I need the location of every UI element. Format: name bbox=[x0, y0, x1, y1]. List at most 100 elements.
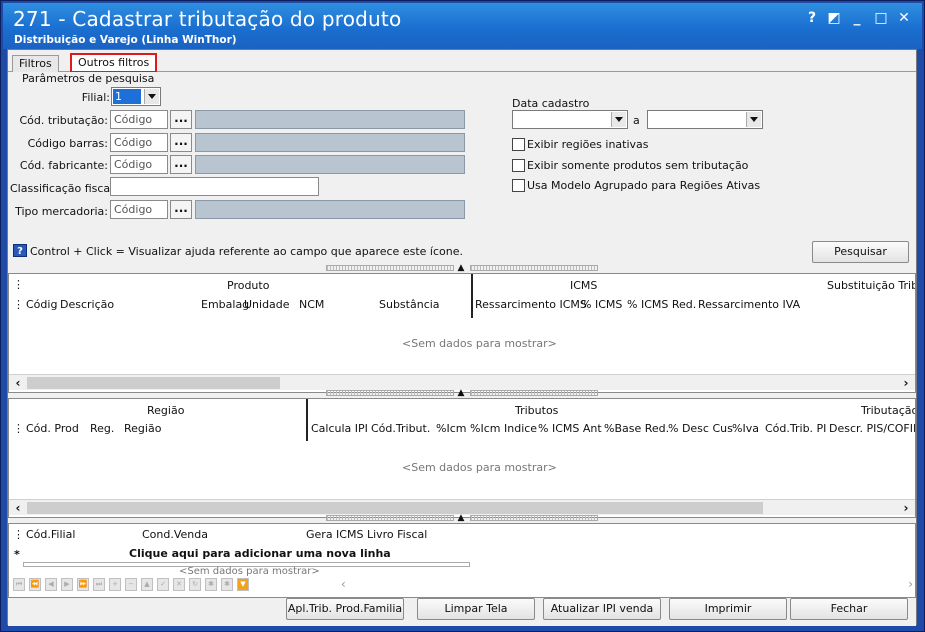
col-cod-filial[interactable]: Cód.Filial bbox=[26, 528, 75, 541]
cod-tributacao-search-button[interactable]: ... bbox=[170, 110, 192, 129]
col-cod-prod[interactable]: Cód. Prod bbox=[26, 422, 79, 435]
pesquisar-button[interactable]: Pesquisar bbox=[812, 241, 909, 263]
chk-sem-tributacao[interactable] bbox=[512, 159, 525, 172]
col-ressarcimento-icms[interactable]: Ressarcimento ICMS bbox=[475, 298, 587, 311]
band-regiao: Região bbox=[147, 404, 185, 417]
data-cadastro-fim[interactable] bbox=[647, 110, 763, 129]
col-cond-venda[interactable]: Cond.Venda bbox=[142, 528, 208, 541]
fechar-button[interactable]: Fechar bbox=[790, 598, 908, 620]
chevron-down-icon[interactable] bbox=[611, 112, 626, 127]
col-icm-1[interactable]: %Icm bbox=[436, 422, 466, 435]
cod-fabricante-search-button[interactable]: ... bbox=[170, 155, 192, 174]
col-calcula-ipi[interactable]: Calcula IPI? bbox=[311, 422, 368, 435]
col-reg[interactable]: Reg. bbox=[90, 422, 114, 435]
nav-post-icon[interactable]: ✓ bbox=[157, 578, 169, 591]
limpar-tela-button[interactable]: Limpar Tela bbox=[417, 598, 535, 620]
atualizar-ipi-button[interactable]: Atualizar IPI venda bbox=[543, 598, 661, 620]
col-cod-trib-pis[interactable]: Cód.Trib. PI bbox=[765, 422, 826, 435]
scroll-right-icon[interactable]: › bbox=[899, 375, 913, 391]
chevron-down-icon[interactable] bbox=[746, 112, 761, 127]
apl-trib-familia-button[interactable]: Apl.Trib. Prod.Familia bbox=[286, 598, 404, 620]
nav-goto-bookmark-icon[interactable]: ✱ bbox=[221, 578, 233, 591]
nav-edit-icon[interactable]: ▲ bbox=[141, 578, 153, 591]
col-pct-icms[interactable]: % ICMS bbox=[581, 298, 622, 311]
col-icm-2[interactable]: %Icm bbox=[470, 422, 500, 435]
col-desc-cus[interactable]: % Desc Cus bbox=[668, 422, 733, 435]
cod-tributacao-input[interactable]: Código bbox=[110, 110, 168, 129]
grid-menu-icon[interactable]: ⋮ bbox=[13, 278, 24, 291]
nav-cancel-icon[interactable]: ✕ bbox=[173, 578, 185, 591]
col-descr-pis-cofins[interactable]: Descr. PIS/COFIN bbox=[829, 422, 915, 435]
data-cadastro-inicio[interactable] bbox=[512, 110, 628, 129]
col-regiao[interactable]: Região bbox=[124, 422, 161, 435]
codigo-barras-search-button[interactable]: ... bbox=[170, 133, 192, 152]
col-embalagem[interactable]: Embalag bbox=[201, 298, 249, 311]
scroll-left-icon[interactable]: ‹ bbox=[11, 500, 25, 516]
scroll-right-icon[interactable]: › bbox=[899, 500, 913, 516]
nav-delete-icon[interactable]: − bbox=[125, 578, 137, 591]
cod-fabricante-description bbox=[195, 155, 465, 174]
title-bar[interactable]: 271 - Cadastrar tributação do produto Di… bbox=[3, 3, 922, 49]
minimize-icon[interactable]: _ bbox=[846, 8, 868, 28]
col-iva[interactable]: %Iva bbox=[732, 422, 759, 435]
tab-strip: Filtros Outros filtros bbox=[8, 50, 916, 73]
nav-add-icon[interactable]: + bbox=[109, 578, 121, 591]
data-cadastro-label: Data cadastro bbox=[512, 97, 590, 110]
filial-value: 1 bbox=[113, 89, 141, 104]
chk-modelo-agrupado[interactable] bbox=[512, 179, 525, 192]
nav-prev-icon[interactable]: ◀ bbox=[45, 578, 57, 591]
help-icon[interactable]: ? bbox=[801, 8, 823, 28]
nav-refresh-icon[interactable]: ↻ bbox=[189, 578, 201, 591]
close-icon[interactable]: ✕ bbox=[893, 8, 915, 28]
col-pct-icms-red[interactable]: % ICMS Red. bbox=[627, 298, 696, 311]
scroll-right-icon[interactable]: › bbox=[908, 577, 913, 591]
col-codigo[interactable]: Códig bbox=[26, 298, 57, 311]
filial-select[interactable]: 1 bbox=[111, 87, 161, 106]
splitter-2[interactable]: ▲ bbox=[8, 389, 916, 398]
restore-layout-icon[interactable]: ◩ bbox=[823, 8, 845, 28]
splitter-1[interactable]: ▲ bbox=[8, 264, 916, 273]
tab-filtros[interactable]: Filtros bbox=[12, 55, 59, 72]
grid-empty-message: <Sem dados para mostrar> bbox=[402, 337, 557, 350]
cod-fabricante-input[interactable]: Código bbox=[110, 155, 168, 174]
col-unidade[interactable]: Unidade bbox=[244, 298, 290, 311]
band-tributos: Tributos bbox=[515, 404, 559, 417]
chk-regioes-inativas[interactable] bbox=[512, 138, 525, 151]
col-base-red[interactable]: %Base Red. bbox=[604, 422, 669, 435]
grid-produtos[interactable]: ⋮ Produto ICMS Substituição Tribu ⋮ Códi… bbox=[8, 273, 916, 393]
grid-menu-icon[interactable]: ⋮ bbox=[13, 298, 24, 311]
imprimir-button[interactable]: Imprimir bbox=[669, 598, 787, 620]
splitter-3[interactable]: ▲ bbox=[8, 514, 916, 523]
col-gera-icms[interactable]: Gera ICMS Livro Fiscal bbox=[306, 528, 427, 541]
nav-last-icon[interactable]: ⏭ bbox=[93, 578, 105, 591]
tipo-mercadoria-input[interactable]: Código bbox=[110, 200, 168, 219]
chevron-down-icon[interactable] bbox=[144, 89, 159, 104]
nav-next-page-icon[interactable]: ⏩ bbox=[77, 578, 89, 591]
col-descricao[interactable]: Descrição bbox=[60, 298, 114, 311]
chk-regioes-inativas-label: Exibir regiões inativas bbox=[527, 138, 649, 151]
classificacao-fiscal-input[interactable] bbox=[110, 177, 319, 196]
grid-menu-icon[interactable]: ⋮ bbox=[13, 528, 24, 541]
col-substancia[interactable]: Substância bbox=[379, 298, 440, 311]
scroll-left-icon[interactable]: ‹ bbox=[11, 375, 25, 391]
col-indice[interactable]: Indice bbox=[504, 422, 537, 435]
nav-first-icon[interactable]: ⏮ bbox=[13, 578, 25, 591]
tab-outros-filtros[interactable]: Outros filtros bbox=[70, 53, 158, 73]
scroll-left-icon[interactable]: ‹ bbox=[341, 577, 346, 591]
tipo-mercadoria-search-button[interactable]: ... bbox=[170, 200, 192, 219]
maximize-icon[interactable]: □ bbox=[870, 8, 892, 28]
add-new-row[interactable]: Clique aqui para adicionar uma nova linh… bbox=[129, 547, 391, 560]
nav-bookmark-icon[interactable]: ✱ bbox=[205, 578, 217, 591]
nav-prev-page-icon[interactable]: ⏪ bbox=[29, 578, 41, 591]
col-ressarcimento-iva[interactable]: Ressarcimento IVA bbox=[698, 298, 800, 311]
col-icms-ant[interactable]: % ICMS Ant bbox=[538, 422, 602, 435]
nav-next-icon[interactable]: ▶ bbox=[61, 578, 73, 591]
grid-menu-icon[interactable]: ⋮ bbox=[13, 422, 24, 435]
col-ncm[interactable]: NCM bbox=[299, 298, 324, 311]
grid-filiais[interactable]: ⋮ Cód.Filial Cond.Venda Gera ICMS Livro … bbox=[8, 523, 916, 598]
codigo-barras-input[interactable]: Código bbox=[110, 133, 168, 152]
filter-icon[interactable]: ▼ bbox=[237, 578, 249, 591]
new-row-marker: * bbox=[14, 548, 20, 561]
grid-regioes[interactable]: Região Tributos Tributação ⋮ Cód. Prod R… bbox=[8, 398, 916, 518]
col-cod-tribut[interactable]: Cód.Tribut. bbox=[371, 422, 430, 435]
